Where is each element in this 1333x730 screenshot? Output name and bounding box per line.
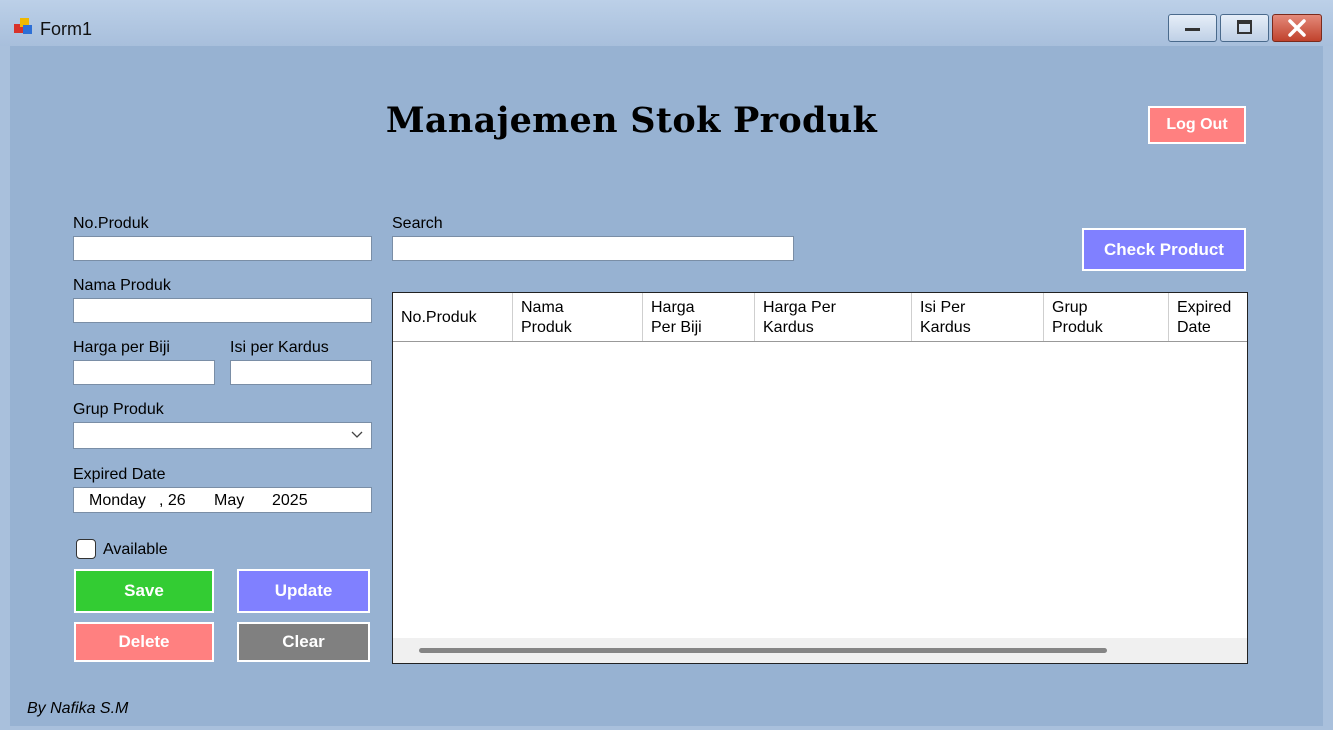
clear-button[interactable]: Clear [237, 622, 370, 662]
app-window: Form1 Manajemen Stok Produk Log Out No.P… [0, 0, 1333, 730]
column-header-isi-per-kardus[interactable]: Isi Per Kardus [912, 293, 1044, 341]
chevron-down-icon [351, 431, 363, 438]
close-icon [1288, 19, 1306, 37]
maximize-button[interactable] [1220, 14, 1269, 42]
harga-biji-label: Harga per Biji [73, 339, 170, 356]
available-label: Available [103, 541, 168, 558]
product-data-grid[interactable]: No.Produk Nama Produk Harga Per Biji Harga… [392, 292, 1248, 664]
column-header-nama-produk[interactable]: Nama Produk [513, 293, 643, 341]
column-header-grup-produk[interactable]: Grup Produk [1044, 293, 1169, 341]
scrollbar-thumb[interactable] [419, 648, 1107, 653]
column-header-harga-per-biji[interactable]: Harga Per Biji [643, 293, 755, 341]
logout-button[interactable]: Log Out [1148, 106, 1246, 144]
nama-produk-label: Nama Produk [73, 277, 171, 294]
window-title: Form1 [40, 19, 93, 39]
grup-produk-label: Grup Produk [73, 401, 164, 418]
horizontal-scrollbar[interactable] [393, 638, 1247, 663]
isi-kardus-label: Isi per Kardus [230, 339, 329, 356]
app-icon [14, 18, 32, 34]
update-button[interactable]: Update [237, 569, 370, 613]
check-product-button[interactable]: Check Product [1082, 228, 1246, 271]
nama-produk-input[interactable] [73, 298, 372, 323]
column-header-harga-per-kardus[interactable]: Harga Per Kardus [755, 293, 912, 341]
harga-biji-input[interactable] [73, 360, 215, 385]
minimize-icon [1185, 28, 1200, 31]
date-year[interactable]: 2025 [272, 492, 308, 510]
date-weekday[interactable]: Monday [89, 492, 146, 510]
column-header-no-produk[interactable]: No.Produk [393, 293, 513, 341]
no-produk-label: No.Produk [73, 215, 149, 232]
title-bar: Form1 [0, 0, 1333, 46]
save-button[interactable]: Save [74, 569, 214, 613]
minimize-button[interactable] [1168, 14, 1217, 42]
no-produk-input[interactable] [73, 236, 372, 261]
delete-button[interactable]: Delete [74, 622, 214, 662]
close-button[interactable] [1272, 14, 1322, 42]
maximize-icon [1237, 20, 1252, 34]
expired-date-picker[interactable]: Monday , 26 May 2025 [73, 487, 432, 513]
available-checkbox[interactable] [76, 539, 96, 559]
search-label: Search [392, 215, 443, 232]
grid-header: No.Produk Nama Produk Harga Per Biji Harga… [393, 293, 1247, 342]
footer-credit: By Nafika S.M [27, 700, 129, 717]
isi-kardus-input[interactable] [230, 360, 372, 385]
search-input[interactable] [392, 236, 794, 261]
grup-produk-combobox[interactable] [73, 422, 372, 449]
date-month[interactable]: May [214, 492, 244, 510]
date-day[interactable]: , 26 [159, 492, 186, 510]
page-title: Manajemen Stok Produk [385, 100, 878, 141]
column-header-expired-date[interactable]: Expired Date [1169, 293, 1247, 341]
expired-date-label: Expired Date [73, 466, 166, 483]
